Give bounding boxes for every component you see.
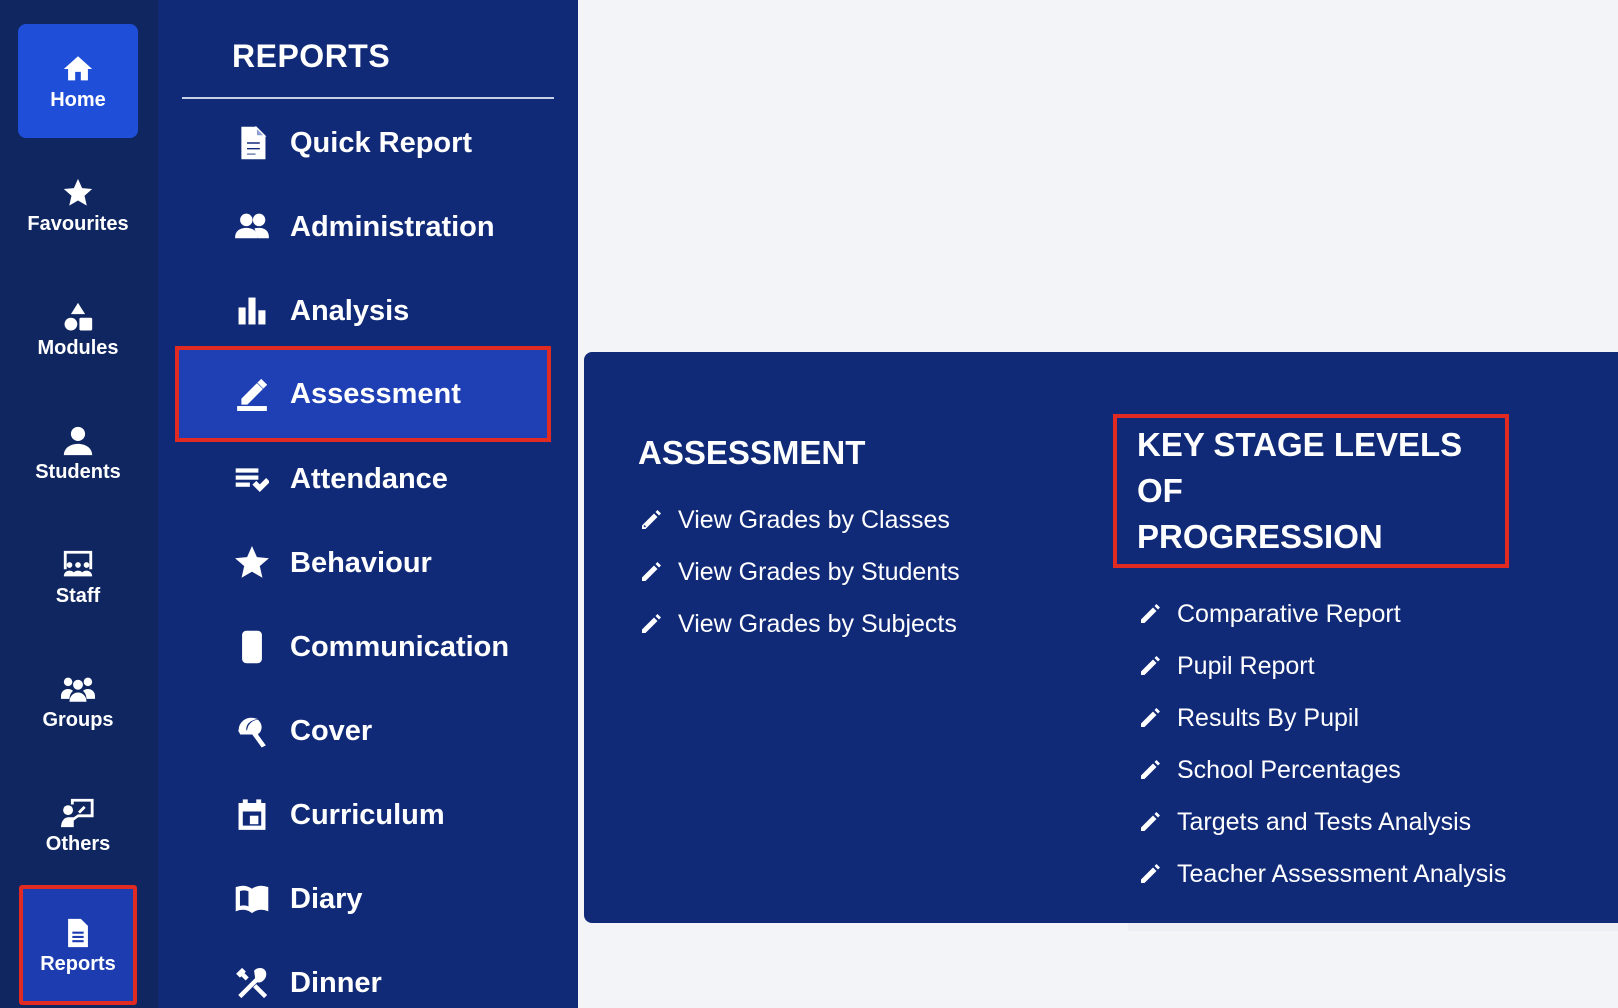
rail-item-groups[interactable]: Groups: [18, 644, 138, 758]
users-icon: [60, 671, 96, 707]
file-text-icon: [234, 125, 270, 161]
assessment-flyout: ASSESSMENT View Grades by Classes View G…: [584, 352, 1618, 923]
menu-item-label: Dinner: [290, 966, 382, 999]
menu-item-attendance[interactable]: Attendance: [176, 433, 550, 525]
link-label: View Grades by Subjects: [678, 609, 957, 638]
teacher-icon: [60, 795, 96, 831]
link-view-grades-students[interactable]: View Grades by Students: [638, 546, 1118, 598]
menu-item-diary[interactable]: Diary: [176, 853, 550, 945]
shapes-icon: [60, 299, 96, 335]
rail-item-students[interactable]: Students: [18, 396, 138, 510]
user-icon: [60, 423, 96, 459]
menu-item-quick-report[interactable]: Quick Report: [176, 97, 550, 189]
pencil-icon: [638, 507, 664, 533]
menu-item-label: Diary: [290, 882, 363, 915]
assessment-heading: ASSESSMENT: [638, 434, 866, 471]
menu-item-label: Cover: [290, 714, 373, 747]
assessment-column: ASSESSMENT View Grades by Classes View G…: [638, 430, 1118, 650]
pencil-icon: [1137, 861, 1163, 887]
checklist-icon: [234, 461, 270, 497]
link-label: Teacher Assessment Analysis: [1177, 859, 1507, 888]
menu-item-communication[interactable]: Communication: [176, 601, 550, 693]
link-targets-tests-analysis[interactable]: Targets and Tests Analysis: [1137, 796, 1577, 848]
menu-item-analysis[interactable]: Analysis: [176, 265, 550, 357]
rail-item-reports[interactable]: Reports: [19, 885, 137, 1005]
rail-item-label: Staff: [55, 584, 101, 607]
link-label: Targets and Tests Analysis: [1177, 807, 1472, 836]
reports-menu: REPORTS Quick Report Administration Anal…: [158, 0, 578, 1008]
star-outline-icon: [234, 545, 270, 581]
menu-title: REPORTS: [232, 38, 391, 74]
rail-item-staff[interactable]: Staff: [18, 520, 138, 634]
link-view-grades-subjects[interactable]: View Grades by Subjects: [638, 598, 1118, 650]
menu-item-label: Curriculum: [290, 798, 445, 831]
link-label: Results By Pupil: [1177, 703, 1360, 732]
link-label: School Percentages: [1177, 755, 1401, 784]
pencil-icon: [1137, 653, 1163, 679]
pencil-icon: [638, 559, 664, 585]
pencil-icon: [1137, 705, 1163, 731]
calendar-icon: [234, 797, 270, 833]
link-comparative-report[interactable]: Comparative Report: [1137, 588, 1577, 640]
document-icon: [60, 915, 96, 951]
rail-item-others[interactable]: Others: [18, 768, 138, 882]
icon-rail: Home Favourites Modules Students Staff G…: [0, 0, 158, 1008]
rail-item-favourites[interactable]: Favourites: [18, 148, 138, 262]
link-label: View Grades by Students: [678, 557, 960, 586]
link-label: Pupil Report: [1177, 651, 1315, 680]
menu-item-label: Analysis: [290, 294, 410, 327]
pencil-icon: [1137, 809, 1163, 835]
link-school-percentages[interactable]: School Percentages: [1137, 744, 1577, 796]
rail-item-label: Home: [50, 88, 106, 111]
key-stage-heading: KEY STAGE LEVELS OF PROGRESSION: [1113, 414, 1509, 568]
presentation-icon: [60, 547, 96, 583]
rail-item-label: Modules: [37, 336, 119, 359]
menu-item-curriculum[interactable]: Curriculum: [176, 769, 550, 861]
link-label: View Grades by Classes: [678, 505, 950, 534]
menu-item-behaviour[interactable]: Behaviour: [176, 517, 550, 609]
rail-item-label: Favourites: [27, 212, 129, 235]
rail-item-modules[interactable]: Modules: [18, 272, 138, 386]
pencil-icon: [1137, 601, 1163, 627]
menu-item-administration[interactable]: Administration: [176, 181, 550, 273]
key-stage-heading-line2: PROGRESSION: [1137, 518, 1383, 555]
edit-pen-icon: [234, 376, 270, 412]
rail-item-home[interactable]: Home: [18, 24, 138, 138]
menu-item-label: Behaviour: [290, 546, 432, 579]
umbrella-icon: [234, 713, 270, 749]
rail-item-label: Others: [45, 832, 111, 855]
menu-item-label: Attendance: [290, 462, 448, 495]
people-icon: [234, 209, 270, 245]
pencil-icon: [1137, 757, 1163, 783]
link-pupil-report[interactable]: Pupil Report: [1137, 640, 1577, 692]
mobile-icon: [234, 629, 270, 665]
link-view-grades-classes[interactable]: View Grades by Classes: [638, 494, 1118, 546]
rail-item-label: Students: [35, 460, 121, 483]
bar-chart-icon: [234, 293, 270, 329]
link-results-by-pupil[interactable]: Results By Pupil: [1137, 692, 1577, 744]
menu-item-assessment[interactable]: Assessment: [175, 346, 551, 442]
link-label: Comparative Report: [1177, 599, 1401, 628]
link-teacher-assessment-analysis[interactable]: Teacher Assessment Analysis: [1137, 848, 1577, 900]
menu-item-label: Assessment: [290, 377, 461, 410]
menu-item-label: Quick Report: [290, 126, 473, 159]
pencil-icon: [638, 611, 664, 637]
star-icon: [60, 175, 96, 211]
book-open-icon: [234, 881, 270, 917]
menu-item-cover[interactable]: Cover: [176, 685, 550, 777]
key-stage-column: KEY STAGE LEVELS OF PROGRESSION Comparat…: [1113, 414, 1577, 900]
key-stage-heading-line1: KEY STAGE LEVELS OF: [1137, 426, 1463, 509]
rail-item-label: Reports: [40, 952, 116, 975]
menu-item-dinner[interactable]: Dinner: [176, 937, 550, 1008]
menu-item-label: Administration: [290, 210, 495, 243]
background-strip: [1128, 923, 1618, 931]
cutlery-icon: [234, 965, 270, 1001]
rail-item-label: Groups: [42, 708, 114, 731]
menu-item-label: Communication: [290, 630, 510, 663]
home-icon: [60, 51, 96, 87]
